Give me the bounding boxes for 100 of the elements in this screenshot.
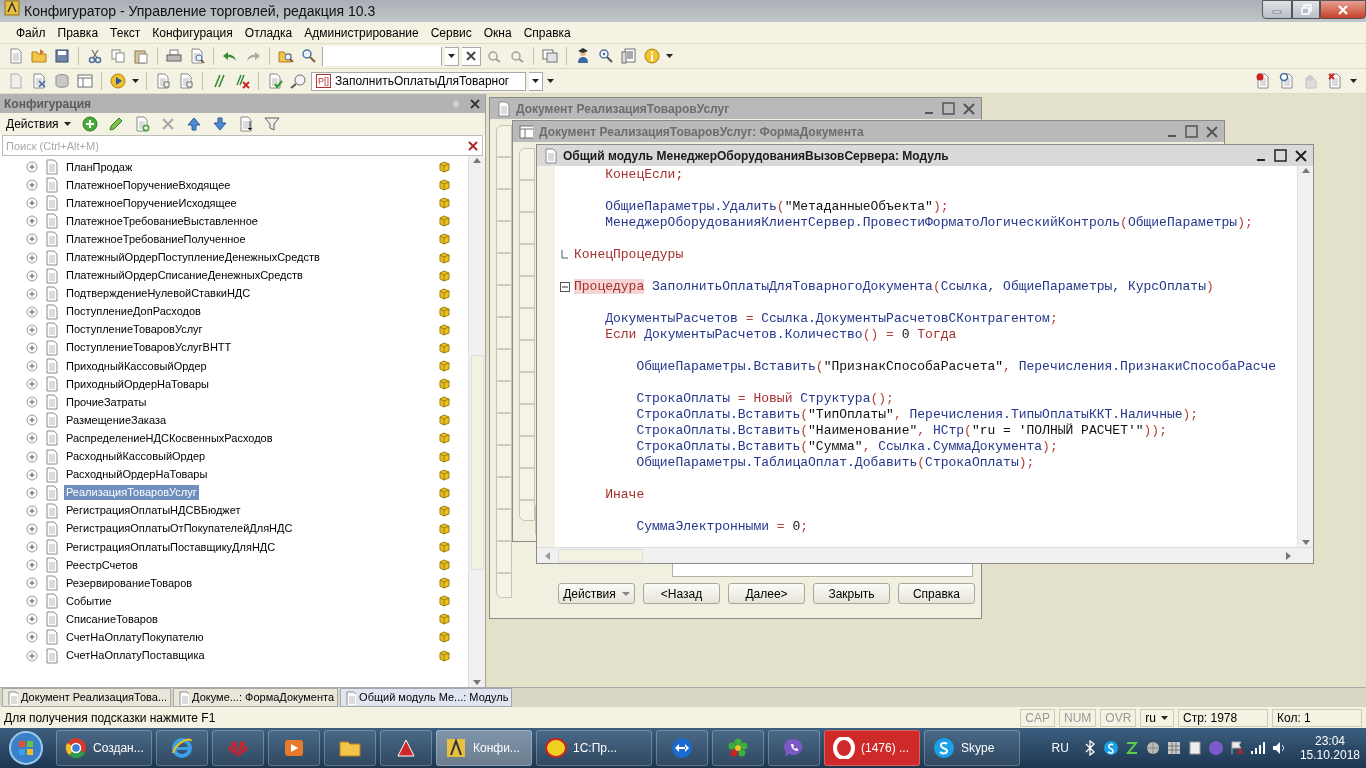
expand-icon[interactable] (26, 251, 38, 264)
tree-item[interactable]: РаспределениеНДСКосвенныхРасходов (64, 430, 275, 446)
start-button[interactable] (6, 728, 46, 768)
taskbar-button[interactable] (268, 730, 320, 766)
scrollbar[interactable] (537, 547, 1313, 563)
form-button[interactable]: Действия (558, 583, 635, 604)
tree-item[interactable]: ПриходныйКассовыйОрдер (64, 358, 209, 374)
database-button[interactable] (52, 71, 72, 91)
s-bubble-icon[interactable] (1102, 740, 1119, 756)
expand-icon[interactable] (26, 486, 38, 499)
actions-menu-button[interactable]: Действия (4, 113, 74, 135)
tree-item[interactable]: РасходныйКассовыйОрдер (64, 449, 208, 465)
taskbar-button[interactable]: (1476) ... (824, 730, 920, 766)
expand-icon[interactable] (26, 541, 38, 553)
add-button[interactable] (79, 114, 100, 134)
filter-button[interactable] (261, 114, 282, 134)
taskbar-button[interactable] (380, 730, 432, 766)
tree-item[interactable]: ПлатежныйОрдерСписаниеДенежныхСредств (64, 268, 305, 284)
taskbar-button[interactable] (656, 730, 708, 766)
expand-icon[interactable] (26, 269, 38, 282)
tree-item[interactable]: РезервированиеТоваров (64, 575, 195, 591)
tree-item[interactable]: СписаниеТоваров (64, 611, 160, 627)
close-icon[interactable] (1295, 149, 1307, 162)
taskbar-button[interactable]: Skype (924, 730, 1020, 766)
tree-item[interactable]: РегистрацияОплатыОтПокупателейДляНДС (64, 521, 295, 537)
expand-icon[interactable] (26, 161, 38, 174)
clear-button[interactable] (462, 46, 481, 66)
menu-item[interactable]: Справка (517, 22, 577, 43)
save-button[interactable] (52, 46, 72, 66)
expand-icon[interactable] (26, 432, 38, 445)
taskbar-button[interactable] (324, 730, 376, 766)
language-selector[interactable]: ru (1140, 708, 1174, 727)
grid-icon[interactable] (1165, 740, 1182, 756)
expand-icon[interactable] (26, 450, 38, 463)
tree-item[interactable]: Событие (64, 593, 114, 609)
close-icon[interactable] (469, 97, 481, 110)
close-button[interactable] (1320, 0, 1366, 19)
documents-button[interactable] (619, 46, 639, 66)
expand-icon[interactable] (26, 631, 38, 644)
speaker-icon[interactable] (1270, 740, 1287, 756)
tree-item[interactable]: ПриходныйОрдерНаТовары (64, 376, 211, 392)
tree-item[interactable]: СчетНаОплатуПоставщика (64, 648, 207, 664)
menu-item[interactable]: Правка (51, 22, 105, 43)
expand-icon[interactable] (26, 215, 38, 228)
maximize-icon[interactable] (1274, 149, 1287, 162)
expand-icon[interactable] (26, 305, 38, 318)
search-combo-field[interactable] (322, 46, 442, 66)
tree-item[interactable]: РегистрацияОплатыПоставщикуДляНДС (64, 539, 278, 555)
zigzag-icon[interactable] (1123, 740, 1140, 756)
menu-item[interactable]: Окна (477, 22, 518, 43)
window-tab[interactable]: Общий модуль Ме...: Модуль (340, 688, 513, 707)
tree-item[interactable]: ПлатежноеТребованиеПолученное (64, 231, 248, 247)
expand-icon[interactable] (26, 396, 38, 409)
menu-item[interactable]: Текст (104, 22, 147, 43)
tree-item[interactable]: ПланПродаж (64, 159, 135, 175)
language-indicator[interactable]: RU (1051, 739, 1069, 757)
expand-icon[interactable] (26, 577, 38, 590)
window-tab[interactable]: Документ РеализацияТова... (2, 688, 172, 707)
tree-item[interactable]: РасходныйОрдерНаТовары (64, 467, 210, 483)
procedure-search-button[interactable] (288, 71, 308, 91)
expand-icon[interactable] (26, 342, 38, 354)
expand-icon[interactable] (26, 559, 38, 572)
form-button[interactable]: Далее> (728, 583, 805, 604)
taskbar-button[interactable] (712, 730, 764, 766)
expand-icon[interactable] (26, 613, 38, 626)
menu-item[interactable]: Сервис (424, 22, 478, 43)
menu-item[interactable]: Администрирование (298, 22, 425, 43)
tree-item[interactable]: ПодтверждениеНулевойСтавкиНДС (64, 286, 253, 302)
expand-icon[interactable] (26, 468, 38, 481)
tree-item[interactable]: ПоступлениеТоваровУслуг (64, 322, 205, 338)
procedure-select-field[interactable]: P[] ЗаполнитьОплатыДляТоварног (311, 71, 526, 91)
expand-icon[interactable] (26, 595, 38, 608)
form-button[interactable]: Закрыть (813, 583, 890, 604)
menu-item[interactable]: Отладка (238, 22, 299, 43)
window-tab[interactable]: Докуме...: ФормаДокумента (173, 688, 339, 707)
run-button[interactable] (108, 71, 128, 91)
form-button[interactable]: <Назад (643, 583, 720, 604)
device-icon[interactable] (1186, 740, 1203, 756)
tree-item[interactable]: ПлатежноеТребованиеВыставленное (64, 213, 260, 229)
expand-icon[interactable] (26, 504, 38, 517)
table-button[interactable] (75, 71, 95, 91)
taskbar-button[interactable]: Конфи... (436, 730, 532, 766)
expand-icon[interactable] (26, 197, 38, 210)
flag-icon[interactable] (1228, 740, 1245, 756)
scrollbar[interactable] (1297, 166, 1313, 547)
expand-icon[interactable] (26, 323, 38, 336)
caret-icon[interactable] (665, 52, 674, 60)
expand-icon[interactable] (26, 179, 38, 192)
caret-icon[interactable] (131, 77, 140, 85)
copy-button[interactable] (108, 46, 128, 66)
form-button[interactable]: Справка (898, 583, 975, 604)
taskbar-button[interactable]: 1С:Пр... (536, 730, 652, 766)
tree-item[interactable]: ПлатежныйОрдерПоступлениеДенежныхСредств (64, 250, 322, 265)
dropdown-button[interactable] (445, 46, 459, 66)
tree-item[interactable]: РеестрСчетов (64, 557, 140, 573)
tree-item[interactable]: ПоступлениеДопРасходов (64, 304, 203, 320)
expand-icon[interactable] (26, 378, 38, 391)
collapse-icon[interactable] (559, 282, 570, 292)
dropdown-button[interactable] (529, 71, 543, 91)
tree-item[interactable]: ПрочиеЗатраты (64, 394, 149, 410)
